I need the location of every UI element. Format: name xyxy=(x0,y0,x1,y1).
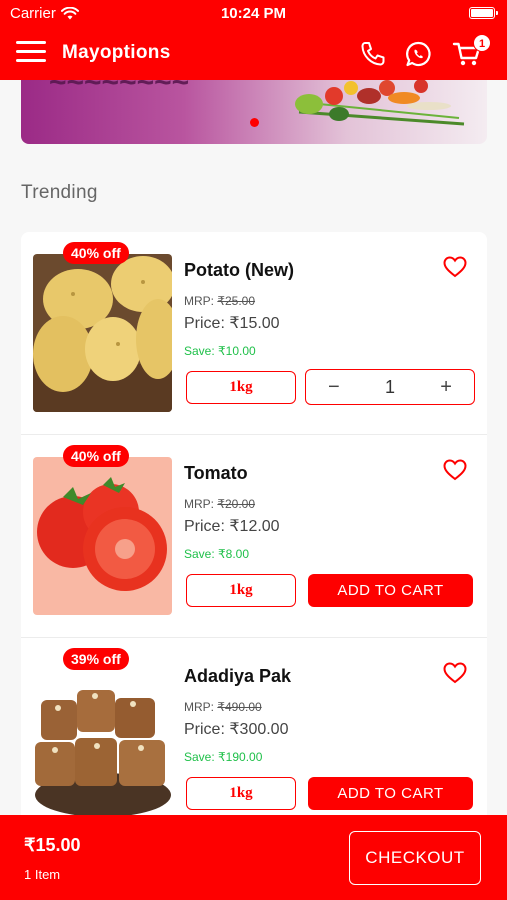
product-card[interactable]: 39% off Adadiya Pak MRP: ₹490.00 Price: … xyxy=(21,638,487,841)
save-label: Save: xyxy=(184,750,215,764)
save-value: ₹10.00 xyxy=(218,344,256,358)
app-header: Mayoptions 1 xyxy=(0,28,507,80)
add-to-cart-button[interactable]: ADD TO CART xyxy=(308,574,473,607)
whatsapp-icon[interactable] xyxy=(404,40,434,68)
unit-selector[interactable]: 1kg xyxy=(186,371,296,404)
phone-icon[interactable] xyxy=(358,40,388,68)
app-title: Mayoptions xyxy=(62,42,171,63)
price-row: Price: ₹15.00 xyxy=(184,313,280,333)
mrp-value: ₹25.00 xyxy=(217,294,256,308)
cart-button[interactable]: 1 xyxy=(452,34,491,68)
battery-icon xyxy=(469,7,498,19)
product-image xyxy=(33,660,172,818)
save-row: Save: ₹190.00 xyxy=(184,750,262,764)
mrp-label: MRP: xyxy=(184,497,214,511)
product-name[interactable]: Adadiya Pak xyxy=(184,666,291,687)
unit-selector[interactable]: 1kg xyxy=(186,777,296,810)
cart-count-badge: 1 xyxy=(473,34,491,52)
quantity-value: 1 xyxy=(384,376,395,397)
save-row: Save: ₹10.00 xyxy=(184,344,256,358)
quantity-stepper[interactable]: − 1 + xyxy=(305,369,475,405)
mrp-value: ₹20.00 xyxy=(217,497,256,511)
price-value: ₹15.00 xyxy=(229,315,280,332)
promo-banner[interactable]: ~~~~~~~~ xyxy=(21,80,487,144)
heart-icon[interactable] xyxy=(443,256,467,278)
product-card[interactable]: 40% off Potato (New) MRP: ₹25.00 Price: … xyxy=(21,232,487,435)
price-value: ₹12.00 xyxy=(229,518,280,535)
mrp-row: MRP: ₹20.00 xyxy=(184,497,255,511)
price-label: Price: xyxy=(184,721,225,738)
cart-item-count: 1 Item xyxy=(24,867,61,882)
carousel-indicator-dot[interactable] xyxy=(250,118,259,127)
discount-badge: 40% off xyxy=(63,445,129,467)
menu-icon[interactable] xyxy=(16,41,46,65)
mrp-row: MRP: ₹490.00 xyxy=(184,700,262,714)
unit-selector[interactable]: 1kg xyxy=(186,574,296,607)
product-list: 40% off Potato (New) MRP: ₹25.00 Price: … xyxy=(21,232,487,841)
save-label: Save: xyxy=(184,547,215,561)
mrp-row: MRP: ₹25.00 xyxy=(184,294,255,308)
heart-icon[interactable] xyxy=(443,459,467,481)
decrement-button[interactable]: − xyxy=(328,376,340,399)
clock: 10:24 PM xyxy=(220,5,287,22)
banner-decoration: ~~~~~~~~ xyxy=(49,80,190,99)
product-card[interactable]: 40% off Tomato MRP: ₹20.00 Price: ₹12.00… xyxy=(21,435,487,638)
save-value: ₹8.00 xyxy=(218,547,250,561)
checkout-bar: ₹15.00 1 Item CHECKOUT xyxy=(0,815,507,900)
save-label: Save: xyxy=(184,344,215,358)
discount-badge: 40% off xyxy=(63,242,129,264)
increment-button[interactable]: + xyxy=(440,376,452,399)
price-value: ₹300.00 xyxy=(229,721,289,738)
product-name[interactable]: Potato (New) xyxy=(184,260,294,281)
vegetables-image xyxy=(295,80,465,126)
mrp-label: MRP: xyxy=(184,700,214,714)
product-name[interactable]: Tomato xyxy=(184,463,248,484)
product-image xyxy=(33,254,172,412)
save-row: Save: ₹8.00 xyxy=(184,547,249,561)
mrp-value: ₹490.00 xyxy=(217,700,262,714)
product-image xyxy=(33,457,172,615)
discount-badge: 39% off xyxy=(63,648,129,670)
section-title: Trending xyxy=(21,182,98,203)
price-label: Price: xyxy=(184,518,225,535)
price-row: Price: ₹300.00 xyxy=(184,719,288,739)
save-value: ₹190.00 xyxy=(218,750,263,764)
price-label: Price: xyxy=(184,315,225,332)
heart-icon[interactable] xyxy=(443,662,467,684)
checkout-button[interactable]: CHECKOUT xyxy=(349,831,481,885)
mrp-label: MRP: xyxy=(184,294,214,308)
add-to-cart-button[interactable]: ADD TO CART xyxy=(308,777,473,810)
cart-total: ₹15.00 xyxy=(24,835,81,855)
status-bar: Carrier 10:24 PM xyxy=(0,0,507,28)
price-row: Price: ₹12.00 xyxy=(184,516,280,536)
